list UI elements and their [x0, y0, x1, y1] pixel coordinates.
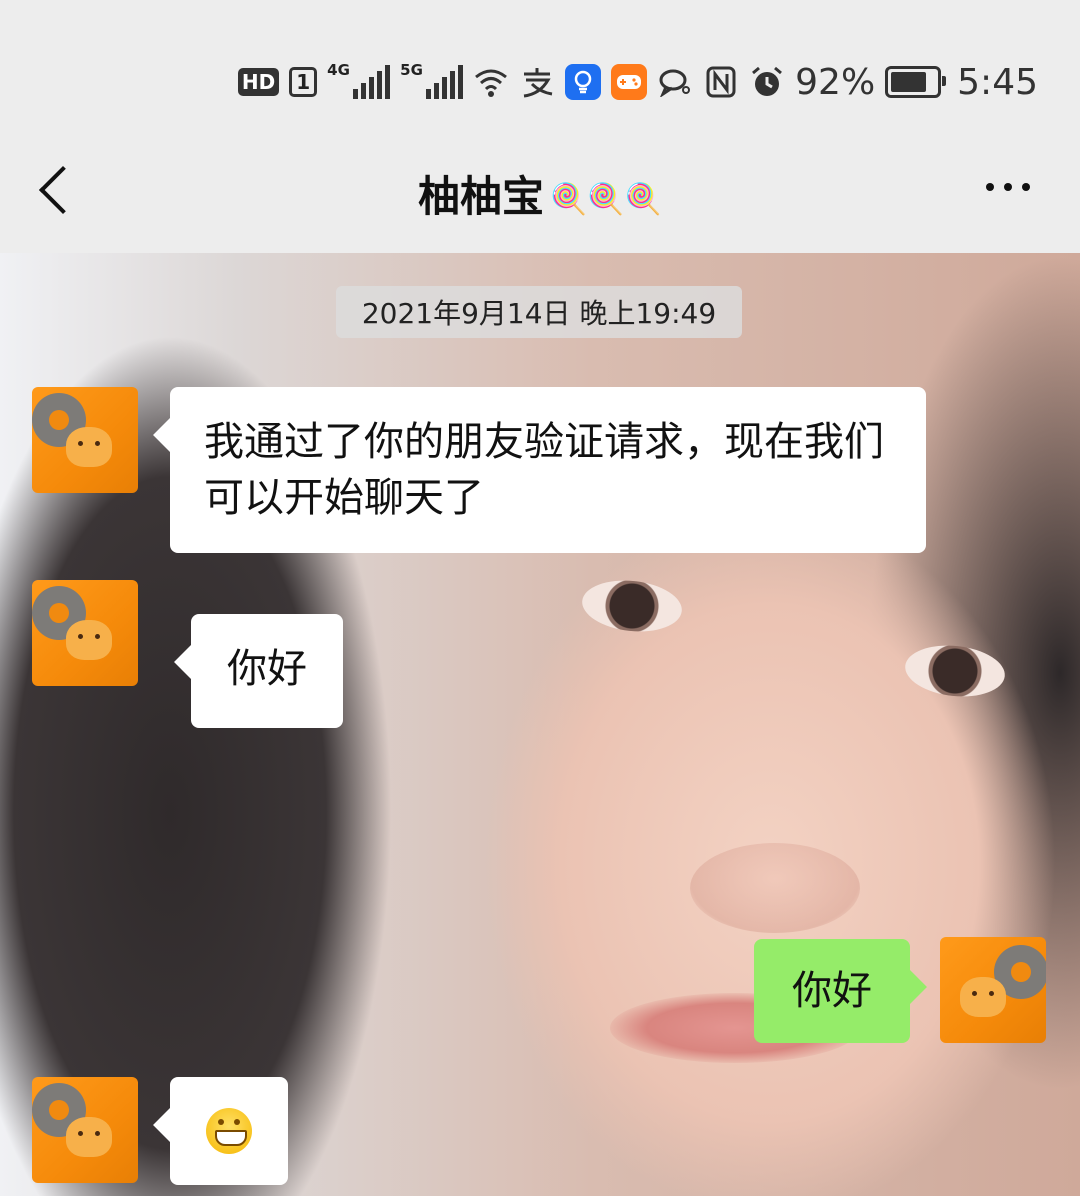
message-timestamp: 2021年9月14日 晚上19:49 — [336, 286, 742, 338]
more-dots-icon[interactable] — [986, 183, 1030, 191]
nfc-icon — [703, 64, 739, 100]
status-bar: HD 1 4G 5G 92% 5:45 — [0, 0, 1080, 135]
contact-avatar[interactable] — [32, 1077, 138, 1183]
battery-percent: 92% — [795, 61, 876, 103]
hd-icon: HD — [237, 68, 280, 96]
contact-name: 柚柚宝 — [417, 172, 544, 221]
background-photo-eye — [902, 640, 1008, 702]
wifi-icon — [473, 64, 509, 100]
battery-icon — [885, 66, 947, 98]
bulb-app-icon — [565, 64, 602, 100]
chat-title: 柚柚宝 🍭🍭🍭 — [0, 163, 1080, 224]
battery-fill — [891, 72, 927, 92]
bubble-icon — [657, 64, 693, 100]
signal-4g-icon: 4G — [327, 61, 391, 99]
message-bubble-self[interactable]: 你好 — [754, 939, 910, 1043]
signal-4g-label: 4G — [327, 61, 350, 79]
contact-avatar[interactable] — [32, 580, 138, 686]
message-text: 我通过了你的朋友验证请求，现在我们可以开始聊天了 — [204, 419, 884, 521]
message-bubble[interactable]: 你好 — [191, 614, 343, 728]
status-time: 5:45 — [957, 61, 1038, 103]
grinning-face-icon — [206, 1108, 252, 1154]
self-avatar[interactable] — [940, 937, 1046, 1043]
alarm-icon — [749, 64, 785, 100]
background-photo-eye — [579, 575, 685, 637]
signal-5g-label: 5G — [400, 61, 423, 79]
message-bubble[interactable]: 我通过了你的朋友验证请求，现在我们可以开始聊天了 — [170, 387, 926, 553]
message-bubble[interactable] — [170, 1077, 288, 1185]
lollipop-emoji: 🍭🍭🍭 — [549, 182, 663, 217]
message-text: 你好 — [792, 968, 872, 1014]
status-icons: HD 1 4G 5G 92% 5:45 — [237, 60, 1038, 104]
contact-avatar[interactable] — [32, 387, 138, 493]
chat-area[interactable]: 2021年9月14日 晚上19:49 我通过了你的朋友验证请求，现在我们可以开始… — [0, 253, 1080, 1196]
game-app-icon — [611, 64, 648, 100]
signal-5g-icon: 5G — [400, 61, 464, 99]
background-photo-nose — [690, 843, 860, 933]
alipay-icon — [519, 64, 555, 100]
sim-icon: 1 — [289, 67, 318, 97]
message-text: 你好 — [227, 646, 307, 692]
chat-header: 柚柚宝 🍭🍭🍭 — [0, 135, 1080, 253]
